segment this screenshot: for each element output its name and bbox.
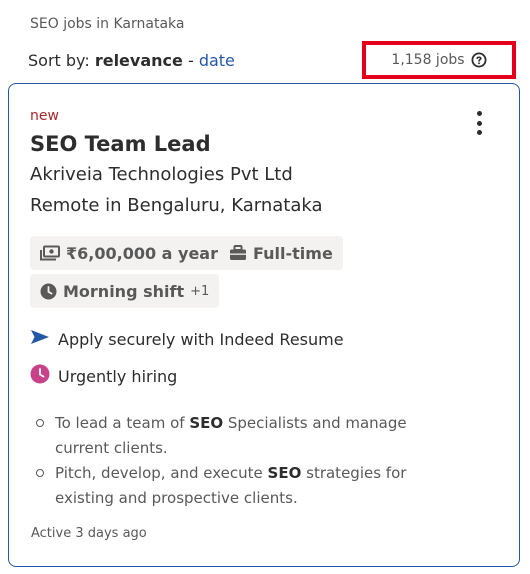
money-icon: [40, 245, 60, 261]
sort-separator: -: [182, 51, 199, 70]
job-title[interactable]: SEO Team Lead: [30, 132, 211, 156]
urgent-clock-icon: [30, 364, 50, 388]
sort-relevance[interactable]: relevance: [95, 51, 183, 70]
company-name: Akriveia Technologies Pvt Ltd: [30, 164, 293, 185]
clock-icon: [40, 283, 57, 300]
sort-date-link[interactable]: date: [199, 51, 235, 70]
job-type-chip: Full-time: [219, 236, 343, 270]
new-badge: new: [30, 108, 59, 124]
job-card[interactable]: new SEO Team Lead Akriveia Technologies …: [8, 83, 520, 567]
more-options-icon[interactable]: [467, 108, 491, 138]
sort-label: Sort by:: [28, 51, 95, 70]
more-shifts-count[interactable]: +1: [190, 284, 209, 299]
salary-text: ₹6,00,000 a year: [66, 243, 218, 263]
briefcase-icon: [229, 245, 247, 261]
apply-text: Apply securely with Indeed Resume: [58, 329, 344, 349]
snippet-item: Pitch, develop, and execute SEO strategi…: [30, 461, 450, 511]
job-type-text: Full-time: [253, 243, 333, 263]
breadcrumb: SEO jobs in Karnataka: [30, 16, 185, 32]
help-icon[interactable]: [471, 52, 487, 68]
job-count-box: 1,158 jobs: [362, 41, 516, 79]
apply-securely-row: Apply securely with Indeed Resume: [30, 329, 344, 349]
urgent-text: Urgently hiring: [58, 366, 178, 386]
send-arrow-icon: [30, 329, 50, 349]
salary-chip: ₹6,00,000 a year: [30, 236, 228, 270]
posted-date: Active 3 days ago: [31, 526, 147, 541]
job-count: 1,158 jobs: [391, 52, 465, 68]
snippet-item: To lead a team of SEO Specialists and ma…: [30, 411, 450, 461]
urgently-hiring-row: Urgently hiring: [30, 364, 177, 388]
job-location: Remote in Bengaluru, Karnataka: [30, 195, 323, 216]
shift-text: Morning shift: [63, 281, 185, 301]
job-snippet: To lead a team of SEO Specialists and ma…: [30, 411, 450, 511]
sort-bar: Sort by: relevance - date: [28, 51, 235, 70]
shift-chip: Morning shift +1: [30, 274, 220, 308]
